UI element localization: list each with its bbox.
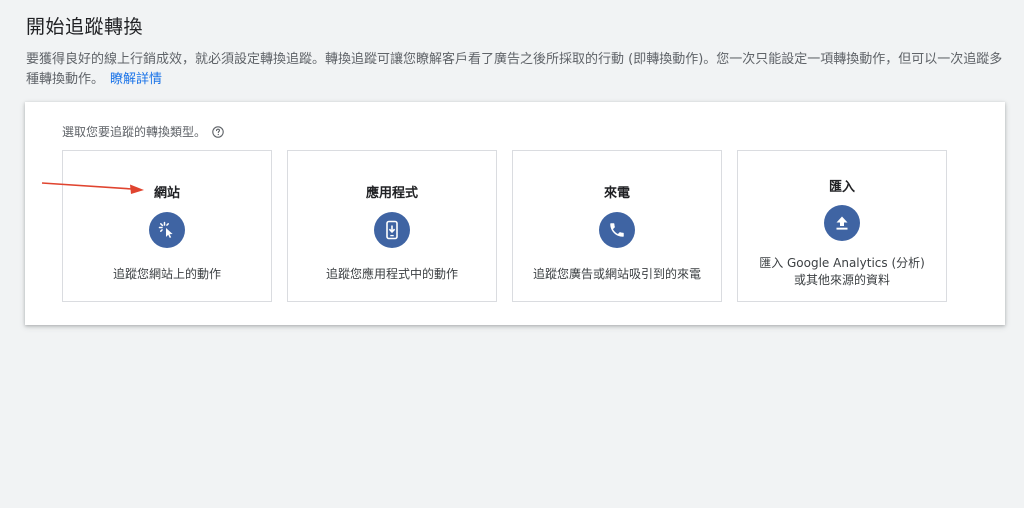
option-calls-description: 追蹤您廣告或網站吸引到的來電 xyxy=(532,267,701,281)
description-text: 要獲得良好的線上行銷成效，就必須設定轉換追蹤。轉換追蹤可讓您瞭解客戶看了廣告之後… xyxy=(26,52,1003,87)
option-calls[interactable]: 來電 追蹤您廣告或網站吸引到的來電 xyxy=(512,150,722,302)
page-title: 開始追蹤轉換 xyxy=(26,16,144,38)
page-description: 要獲得良好的線上行銷成效，就必須設定轉換追蹤。轉換追蹤可讓您瞭解客戶看了廣告之後… xyxy=(26,50,1011,90)
red-arrow-icon xyxy=(41,182,144,194)
phone-call-icon xyxy=(599,212,635,248)
help-circle-icon[interactable] xyxy=(212,125,224,138)
conversion-type-options: 網站 追蹤您網站上的動作 應用程式 追蹤您應用程式中的動作 來電 追蹤您廣告或網… xyxy=(62,150,947,302)
option-import-description: 匯入 Google Analytics (分析) 或其他來源的資料 xyxy=(759,256,925,287)
option-app-description: 追蹤您應用程式中的動作 xyxy=(325,267,458,281)
option-website-description: 追蹤您網站上的動作 xyxy=(112,267,221,281)
conversion-type-card: 選取您要追蹤的轉換類型。 網站 追蹤您網站上的動作 應用程式 追蹤您應用程式中的… xyxy=(25,102,1005,325)
option-app-title: 應用程式 xyxy=(365,186,418,201)
option-app[interactable]: 應用程式 追蹤您應用程式中的動作 xyxy=(287,150,497,302)
click-cursor-icon xyxy=(149,212,185,248)
option-import[interactable]: 匯入 匯入 Google Analytics (分析) 或其他來源的資料 xyxy=(737,150,947,302)
upload-icon xyxy=(824,205,860,241)
phone-download-icon xyxy=(374,212,410,248)
learn-more-link[interactable]: 瞭解詳情 xyxy=(110,72,162,87)
option-calls-title: 來電 xyxy=(603,186,630,201)
option-website-title: 網站 xyxy=(153,186,180,201)
conversion-type-prompt: 選取您要追蹤的轉換類型。 xyxy=(62,123,224,140)
option-import-title: 匯入 xyxy=(828,180,855,195)
option-website[interactable]: 網站 追蹤您網站上的動作 xyxy=(62,150,272,302)
prompt-label: 選取您要追蹤的轉換類型。 xyxy=(62,125,207,139)
